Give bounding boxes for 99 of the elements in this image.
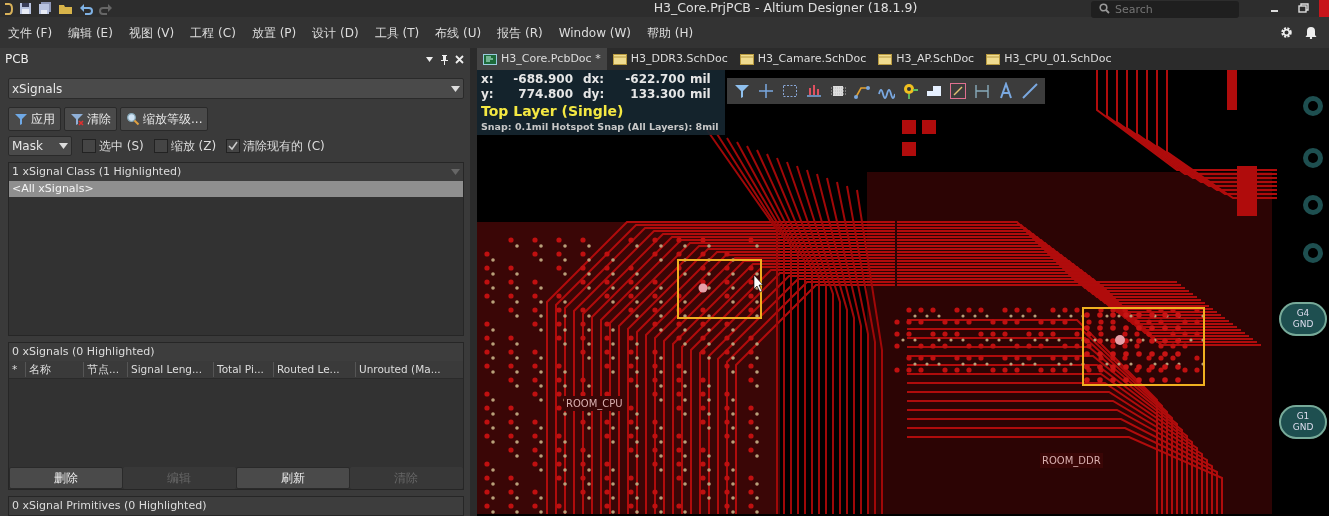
- funnel-icon: [14, 112, 28, 126]
- menu-item[interactable]: 视图 (V): [120, 23, 183, 42]
- document-tab[interactable]: H3_CPU_01.SchDoc: [980, 48, 1118, 70]
- list-header: 0 xSignal Primitives (0 Highlighted): [9, 497, 463, 515]
- column-header[interactable]: 名称: [25, 361, 83, 378]
- menu-item[interactable]: 设计 (D): [304, 23, 367, 42]
- document-tab[interactable]: H3_AP.SchDoc: [872, 48, 981, 70]
- coordinate-label: y:: [481, 87, 495, 102]
- save-all-icon[interactable]: [38, 2, 52, 15]
- menu-item[interactable]: Window (W): [550, 23, 639, 42]
- via-icon[interactable]: [901, 82, 919, 100]
- layer-name: Top Layer (Single): [481, 102, 625, 120]
- column-header[interactable]: Routed Le...: [273, 361, 355, 378]
- filter-button[interactable]: 清除: [64, 107, 117, 131]
- pad-label: G1: [1296, 411, 1310, 422]
- document-tab[interactable]: H3_Core.PcbDoc *: [477, 48, 607, 70]
- highlighted-pad: [698, 283, 708, 293]
- schematic-document-icon: [739, 52, 754, 66]
- coordinate-label: dy:: [583, 87, 606, 102]
- menu-item[interactable]: 布线 (U): [427, 23, 490, 42]
- panel-title: PCB: [5, 51, 29, 68]
- mouse-cursor-icon: [753, 274, 764, 293]
- bell-icon[interactable]: [1305, 26, 1317, 39]
- schematic-document-icon: [612, 52, 627, 66]
- save-icon[interactable]: [19, 2, 32, 15]
- caret-icon: [451, 169, 460, 175]
- pad-label: GND: [1292, 319, 1314, 330]
- coordinate-value: 774.800: [517, 87, 573, 102]
- caret-icon: [451, 85, 460, 92]
- coordinate-value: -688.900: [512, 72, 573, 87]
- column-header[interactable]: *: [9, 361, 25, 378]
- selection-rectangle-icon[interactable]: [781, 82, 799, 100]
- undo-icon[interactable]: [79, 2, 93, 15]
- column-header[interactable]: Signal Leng...: [127, 361, 213, 378]
- mounting-hole: [1303, 96, 1323, 116]
- pad-label: G4: [1296, 308, 1310, 319]
- search-icon: [1099, 3, 1110, 14]
- filter-button[interactable]: 缩放等级...: [120, 107, 209, 131]
- coordinate-label: dx:: [583, 72, 606, 87]
- column-header[interactable]: 节点...: [83, 361, 127, 378]
- column-header[interactable]: Total Pi...: [213, 361, 273, 378]
- mounting-hole: [1303, 243, 1323, 263]
- mask-dropdown[interactable]: Mask: [8, 136, 72, 156]
- text-icon[interactable]: [997, 82, 1015, 100]
- room-label: ROOM_DDR: [1040, 453, 1103, 468]
- app-logo-icon: [3, 1, 13, 16]
- check-icon: [228, 141, 239, 151]
- list-header: 0 xSignals (0 Highlighted): [9, 343, 463, 361]
- checkbox-label: 选中 (S): [99, 138, 144, 155]
- menu-item[interactable]: 帮助 (H): [639, 23, 702, 42]
- menu-item[interactable]: 放置 (P): [243, 23, 305, 42]
- column-header[interactable]: Unrouted (Ma...: [355, 361, 461, 378]
- coordinate-value: -622.700: [624, 72, 685, 87]
- menu-item[interactable]: 报告 (R): [489, 23, 551, 42]
- list-header: 1 xSignal Class (1 Highlighted): [12, 163, 182, 180]
- redo-icon[interactable]: [99, 2, 113, 15]
- coordinate-value: 133.300: [629, 87, 685, 102]
- funnel-clear-icon: [70, 112, 84, 126]
- dropdown-caret-icon[interactable]: [425, 55, 434, 63]
- caret-icon: [59, 143, 68, 149]
- mounting-hole: [1303, 195, 1323, 215]
- search-field[interactable]: Search: [1091, 1, 1239, 18]
- pad-label: GND: [1292, 422, 1314, 433]
- checkbox[interactable]: [226, 139, 241, 153]
- menu-item[interactable]: 编辑 (E): [60, 23, 121, 42]
- highlighted-pad: [1115, 335, 1125, 345]
- coordinate-label: x:: [481, 72, 495, 87]
- schematic-document-icon: [878, 52, 893, 66]
- filter-icon[interactable]: [733, 82, 751, 100]
- mounting-hole: [1303, 148, 1323, 168]
- menu-item[interactable]: 工程 (C): [182, 23, 244, 42]
- checkbox[interactable]: [153, 139, 168, 153]
- filter-button[interactable]: 应用: [8, 107, 61, 131]
- menu-item[interactable]: 工具 (T): [366, 23, 428, 42]
- snap-info: Snap: 0.1mil Hotspot Snap (All Layers): 8mil: [481, 120, 720, 133]
- settings-icon[interactable]: [1280, 26, 1293, 39]
- window-title: H3_Core.PrjPCB - Altium Designer (18.1.9): [653, 0, 918, 16]
- document-tab[interactable]: H3_DDR3.SchDoc: [606, 48, 734, 70]
- action-button[interactable]: 删除: [9, 467, 123, 489]
- checkbox[interactable]: [82, 139, 96, 153]
- schematic-document-icon: [986, 52, 1001, 66]
- document-tab[interactable]: H3_Camare.SchDoc: [733, 48, 873, 70]
- unit-label: mil: [690, 87, 711, 102]
- pcb-document-icon: [483, 52, 497, 66]
- folder-icon[interactable]: [58, 2, 73, 15]
- unit-label: mil: [690, 72, 711, 87]
- checkbox-label: 清除现有的 (C): [243, 138, 325, 155]
- bar-chart-icon[interactable]: [805, 82, 823, 100]
- line-icon[interactable]: [1021, 82, 1039, 100]
- action-button[interactable]: 刷新: [236, 467, 350, 489]
- dimension-icon[interactable]: [973, 82, 991, 100]
- magnifier-icon: [126, 112, 140, 126]
- crosshair-icon[interactable]: [757, 82, 775, 100]
- room-label: ROOM_CPU: [564, 396, 625, 411]
- close-icon[interactable]: [455, 54, 464, 64]
- pin-icon[interactable]: [440, 53, 449, 65]
- menu-item[interactable]: 文件 (F): [0, 23, 61, 42]
- checkbox-label: 缩放 (Z): [170, 138, 217, 155]
- mode-dropdown[interactable]: xSignals: [8, 78, 464, 99]
